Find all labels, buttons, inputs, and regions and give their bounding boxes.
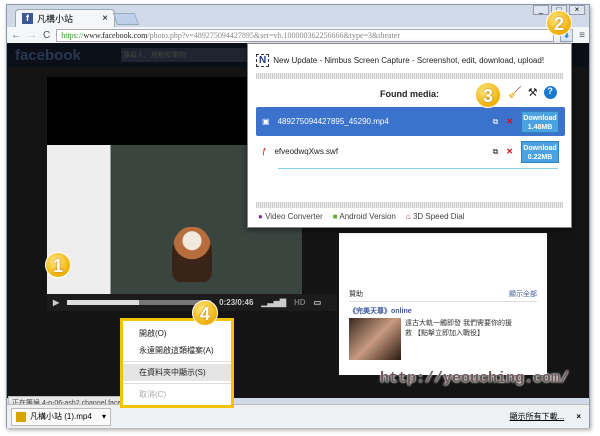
minimize-button[interactable]: _ — [533, 5, 549, 15]
new-tab-button[interactable] — [112, 13, 140, 25]
menu-icon[interactable]: ≡ — [579, 30, 585, 41]
menu-item-open[interactable]: 開啟(O) — [123, 325, 231, 342]
url-host: www.facebook.com — [83, 30, 148, 40]
sponsored-label: 贊助 — [349, 291, 363, 298]
media-item[interactable]: ƒ efveodwqXws.swf ⧉ ✕ Download 0.22MB — [256, 137, 565, 166]
close-download-bar-icon[interactable]: × — [576, 412, 581, 421]
convert-icon[interactable]: ⧉ — [493, 117, 499, 127]
android-icon: ■ — [332, 212, 338, 221]
red-panda-image — [172, 227, 212, 282]
url-path: /photo.php?v=489275094427895&set=vb.1000… — [147, 30, 400, 40]
media-filename: efveodwqXws.swf — [274, 147, 339, 156]
download-filename: 凡構小站 (1).mp4 — [30, 412, 92, 421]
hd-button[interactable]: HD — [294, 298, 306, 307]
progress-bar[interactable] — [67, 300, 212, 305]
ad-text: 遠古大軌一觸即發 我們需要你的援救 【點擊立即加入戰役】 — [405, 320, 512, 337]
remove-icon[interactable]: ✕ — [506, 147, 513, 156]
download-button[interactable]: Download 1.48MB — [521, 110, 559, 133]
step-badge-2: 2 — [546, 10, 572, 36]
extension-popup: N New Update - Nimbus Screen Capture - Sc… — [247, 43, 572, 228]
menu-item-show-in-folder[interactable]: 在資料夾中顯示(S) — [123, 364, 231, 381]
download-bar: 凡構小站 (1).mp4 ▾ 顯示所有下載... × — [7, 404, 589, 428]
android-version-link[interactable]: ■ Android Version — [333, 212, 396, 221]
menu-item-cancel[interactable]: 取消(C) — [123, 386, 231, 403]
url-scheme: https:// — [61, 30, 84, 40]
found-media-label: Found media: — [380, 89, 439, 99]
file-icon — [16, 411, 26, 422]
remove-icon[interactable]: ✕ — [506, 117, 513, 126]
broom-icon[interactable]: 🧹 — [508, 86, 522, 99]
sidebar-panel: 贊助 顯示全部 《完美天尊》online 遠古大軌一觸即發 我們需要你的援救 【點… — [339, 233, 547, 375]
back-icon[interactable]: ← — [11, 30, 21, 41]
update-notice[interactable]: N New Update - Nimbus Screen Capture - Sc… — [248, 44, 571, 73]
volume-icon[interactable]: ▁▃▅▇ — [261, 298, 286, 307]
speed-dial-link[interactable]: ⌂ 3D Speed Dial — [406, 212, 465, 221]
download-item[interactable]: 凡構小站 (1).mp4 ▾ — [11, 407, 111, 426]
dropdown-icon[interactable]: ▾ — [102, 412, 106, 421]
tools-icon[interactable]: ⚒ — [528, 86, 538, 99]
close-window-button[interactable]: × — [569, 5, 585, 15]
convert-icon[interactable]: ⧉ — [493, 147, 499, 157]
forward-icon[interactable]: → — [27, 30, 37, 41]
update-text: New Update - Nimbus Screen Capture - Scr… — [273, 56, 545, 65]
tab-title: 凡構小站 — [37, 14, 74, 24]
step-badge-4: 4 — [192, 300, 218, 326]
flash-file-icon: ƒ — [262, 147, 267, 156]
ad-image[interactable] — [349, 318, 401, 360]
browser-tab[interactable]: f 凡構小站 × — [15, 9, 115, 27]
divider — [256, 73, 563, 79]
ad-title[interactable]: 《完美天尊》online — [349, 306, 537, 316]
media-item[interactable]: ▣ 489275094427895_45290.mp4 ⧉ ✕ Download 1.… — [256, 107, 565, 136]
facebook-logo[interactable]: facebook — [15, 47, 81, 64]
step-badge-3: 3 — [475, 82, 501, 108]
play-icon[interactable]: ▶ — [53, 298, 59, 307]
context-menu: 開啟(O) 永遠開啟這類檔案(A) 在資料夾中顯示(S) 取消(C) — [120, 318, 234, 408]
download-button[interactable]: Download 0.22MB — [521, 140, 559, 163]
address-bar[interactable]: https://www.facebook.com/photo.php?v=489… — [56, 28, 555, 42]
time-display: 0:23/0:46 — [219, 298, 254, 307]
video-file-icon: ▣ — [262, 117, 270, 126]
watermark: http://yeouching.com/ — [380, 370, 570, 387]
media-filename: 489275094427895_45290.mp4 — [277, 117, 389, 126]
video-converter-icon: ● — [258, 212, 263, 221]
fullscreen-icon[interactable]: ▭ — [314, 298, 322, 307]
video-converter-link[interactable]: ● Video Converter — [258, 212, 323, 221]
nimbus-icon: N — [256, 54, 270, 67]
menu-item-always-open[interactable]: 永遠開啟這類檔案(A) — [123, 342, 231, 359]
step-badge-1: 1 — [45, 252, 71, 278]
close-tab-icon[interactable]: × — [102, 13, 108, 24]
reload-icon[interactable]: C — [43, 30, 50, 41]
see-all-link[interactable]: 顯示全部 — [509, 289, 537, 299]
facebook-favicon-icon: f — [22, 13, 33, 24]
help-icon[interactable]: ? — [543, 86, 557, 99]
show-all-downloads-link[interactable]: 顯示所有下載... — [510, 411, 565, 422]
speed-dial-icon: ⌂ — [405, 212, 411, 221]
